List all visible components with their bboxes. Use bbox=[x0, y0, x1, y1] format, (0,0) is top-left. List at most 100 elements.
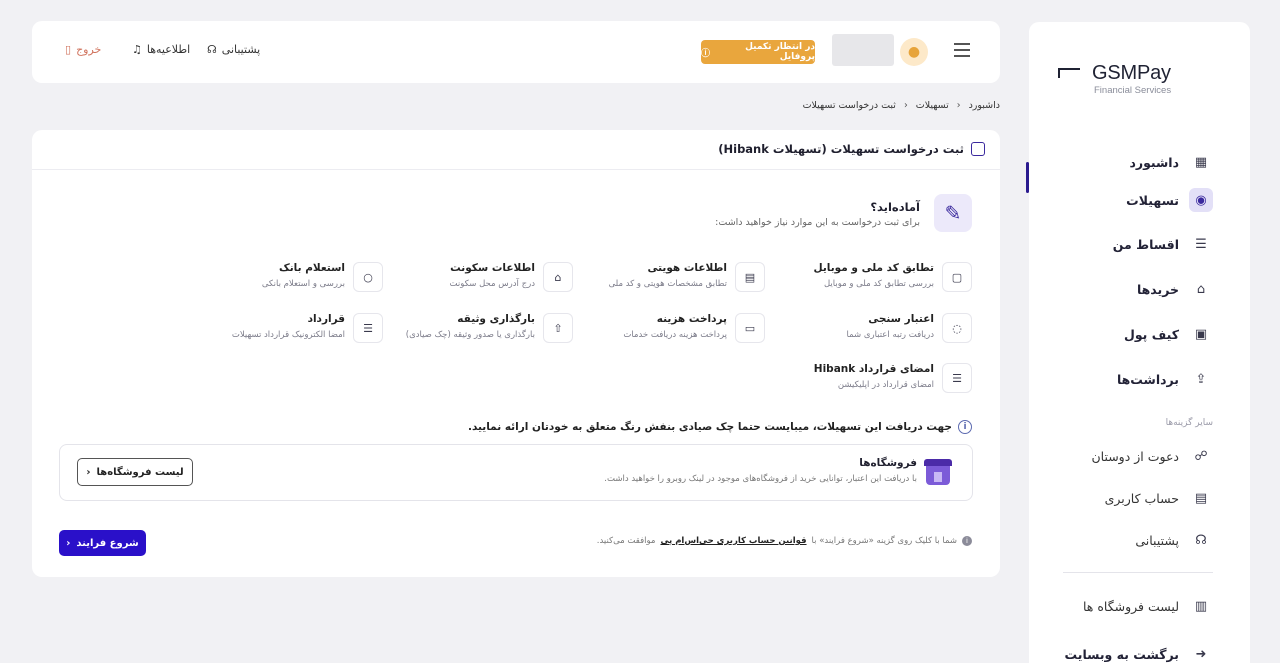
sidebar: GSMPay Financial Services ▦ داشبورد ◉ تس… bbox=[1029, 22, 1250, 663]
facility-request-card: ثبت درخواست تسهیلات (تسهیلات Hibank) ✎ آ… bbox=[32, 130, 1000, 577]
sidebar-item-wallet[interactable]: ▣ کیف پول bbox=[1053, 319, 1213, 349]
notifications-label: اطلاعیه‌ها bbox=[146, 43, 191, 56]
requirement-item: ○ استعلام بانک بررسی و استعلام بانکی bbox=[163, 260, 383, 294]
invite-icon: ☍ bbox=[1194, 448, 1208, 464]
sidebar-item-label: دعوت از دوستان bbox=[1091, 448, 1179, 464]
requirement-desc: پرداخت هزینه دریافت خدمات bbox=[623, 330, 727, 340]
upload-icon: ⇪ bbox=[1195, 371, 1207, 387]
requirement-title: اطلاعات هویتی bbox=[647, 262, 728, 274]
info-icon: ⓘ bbox=[701, 48, 711, 59]
coins-icon: ◉ bbox=[1189, 188, 1213, 212]
breadcrumb-dashboard[interactable]: داشبورد bbox=[969, 100, 1000, 111]
user-icon: ● bbox=[907, 44, 921, 60]
sidebar-item-back-to-website[interactable]: ➜ برگشت به وبسایت bbox=[1053, 639, 1213, 663]
sidebar-item-label: لیست فروشگاه ها bbox=[1083, 598, 1179, 614]
requirement-item: ▢ تطابق کد ملی و موبایل بررسی تطابق کد م… bbox=[752, 260, 972, 294]
requirement-title: امضای قرارداد Hibank bbox=[813, 363, 934, 375]
requirement-item: ◌ اعتبار سنجی دریافت رتبه اعتباری شما bbox=[752, 311, 972, 345]
shops-panel: فروشگاه‌ها با دریافت این اعتبار، توانایی… bbox=[59, 444, 973, 501]
terms-suffix: موافقت می‌کنید. bbox=[596, 536, 656, 546]
logo-name: GSMPay bbox=[1092, 62, 1171, 84]
sidebar-item-label: کیف پول bbox=[1124, 326, 1179, 342]
info-icon: i bbox=[962, 536, 972, 546]
store-icon bbox=[924, 459, 952, 485]
logout-link[interactable]: خروج ▯ bbox=[65, 43, 101, 56]
sidebar-item-installments[interactable]: ☰ اقساط من bbox=[1053, 229, 1213, 259]
shops-description: با دریافت این اعتبار، توانایی خرید از فر… bbox=[604, 474, 917, 484]
cash-icon: ▭ bbox=[735, 313, 765, 343]
breadcrumb-facilities[interactable]: تسهیلات bbox=[916, 100, 949, 111]
requirement-title: استعلام بانک bbox=[278, 262, 345, 274]
requirement-desc: بارگذاری یا صدور وثیقه (چک صیادی) bbox=[405, 330, 535, 340]
breadcrumb-current: ثبت درخواست تسهیلات bbox=[802, 100, 896, 111]
sidebar-item-withdrawals[interactable]: ⇪ برداشت‌ها bbox=[1053, 364, 1213, 394]
card-header: ثبت درخواست تسهیلات (تسهیلات Hibank) bbox=[32, 130, 1000, 170]
headset-icon: ☊ bbox=[1195, 532, 1207, 548]
document-icon: ☰ bbox=[1195, 236, 1207, 252]
gauge-icon: ◌ bbox=[942, 313, 972, 343]
search-icon: ○ bbox=[353, 262, 383, 292]
top-header: ● در انتظار تکمیل پروفایل ⓘ پشتیبانی ☊ ا… bbox=[32, 21, 1000, 83]
requirement-desc: درج آدرس محل سکونت bbox=[449, 279, 535, 289]
sign-icon: ☰ bbox=[942, 363, 972, 393]
shops-title: فروشگاه‌ها bbox=[859, 457, 917, 469]
chevron-left-icon: ‹ bbox=[66, 537, 71, 549]
sidebar-item-account[interactable]: ▤ حساب کاربری bbox=[1053, 483, 1213, 513]
breadcrumb: داشبورد ‹ تسهیلات ‹ ثبت درخواست تسهیلات bbox=[803, 100, 1000, 111]
terms-agreement: i شما با کلیک روی گزینه «شروع فرایند» با… bbox=[597, 536, 972, 546]
chevron-left-icon: ‹ bbox=[86, 466, 91, 478]
notifications-link[interactable]: اطلاعیه‌ها ♫ bbox=[132, 43, 190, 56]
sidebar-item-purchases[interactable]: ⌂ خریدها bbox=[1053, 274, 1213, 304]
id-card-icon: ▤ bbox=[735, 262, 765, 292]
info-icon: i bbox=[958, 420, 972, 434]
requirement-title: بارگذاری وثیقه bbox=[457, 313, 535, 325]
requirement-desc: بررسی تطابق کد ملی و موبایل bbox=[823, 279, 934, 289]
sidebar-item-dashboard[interactable]: ▦ داشبورد bbox=[1053, 147, 1213, 177]
sim-icon: ▢ bbox=[942, 262, 972, 292]
headset-icon: ☊ bbox=[207, 43, 217, 56]
page-title: ثبت درخواست تسهیلات (تسهیلات Hibank) bbox=[718, 142, 964, 156]
door-icon: ▯ bbox=[65, 43, 72, 56]
requirement-desc: بررسی و استعلام بانکی bbox=[261, 279, 345, 289]
support-link[interactable]: پشتیبانی ☊ bbox=[207, 43, 260, 56]
sidebar-item-support[interactable]: ☊ پشتیبانی bbox=[1053, 525, 1213, 555]
requirement-item: ⌂ اطلاعات سکونت درج آدرس محل سکونت bbox=[353, 260, 573, 294]
requirement-desc: امضا الکترونیک قرارداد تسهیلات bbox=[231, 330, 345, 340]
upload-doc-icon: ⇧ bbox=[543, 313, 573, 343]
logout-label: خروج bbox=[76, 43, 102, 56]
pending-profile-badge[interactable]: در انتظار تکمیل پروفایل ⓘ bbox=[701, 40, 815, 64]
requirement-desc: تطابق مشخصات هویتی و کد ملی bbox=[608, 279, 727, 289]
sidebar-item-label: تسهیلات bbox=[1126, 192, 1179, 208]
requirement-item: ▭ پرداخت هزینه پرداخت هزینه دریافت خدمات bbox=[545, 311, 765, 345]
bell-icon: ♫ bbox=[132, 43, 142, 56]
requirement-desc: امضای قرارداد در اپلیکیشن bbox=[837, 380, 934, 390]
terms-prefix: شما با کلیک روی گزینه «شروع فرایند» با bbox=[811, 536, 957, 546]
sidebar-item-facilities[interactable]: ◉ تسهیلات bbox=[1053, 185, 1213, 215]
shop-list-button[interactable]: لیست فروشگاه‌ها ‹ bbox=[77, 458, 193, 486]
cheque-note-text: جهت دریافت این تسهیلات، میبایست حتما چک … bbox=[467, 421, 952, 433]
sidebar-item-label: پشتیبانی bbox=[1135, 532, 1179, 548]
requirement-title: تطابق کد ملی و موبایل bbox=[813, 262, 934, 274]
avatar[interactable]: ● bbox=[900, 38, 928, 66]
arrow-circle-icon: ➜ bbox=[1195, 646, 1207, 662]
requirement-title: پرداخت هزینه bbox=[656, 313, 727, 325]
sidebar-item-label: خریدها bbox=[1136, 281, 1179, 297]
pending-profile-label: در انتظار تکمیل پروفایل bbox=[745, 42, 815, 62]
gsmpay-logo[interactable]: GSMPay Financial Services bbox=[1058, 62, 1178, 106]
hamburger-menu-icon[interactable] bbox=[954, 43, 970, 57]
sidebar-item-store-list[interactable]: ▥ لیست فروشگاه ها bbox=[1053, 591, 1213, 621]
requirement-title: اعتبار سنجی bbox=[868, 313, 934, 325]
start-process-label: شروع فرایند bbox=[76, 537, 139, 549]
cheque-note: i جهت دریافت این تسهیلات، میبایست حتما چ… bbox=[468, 420, 972, 434]
ready-title: آماده‌اید؟ bbox=[870, 200, 920, 214]
sidebar-divider bbox=[1063, 572, 1213, 573]
requirement-desc: دریافت رتبه اعتباری شما bbox=[846, 330, 935, 340]
terms-link[interactable]: قوانین حساب کاربری جی‌اس‌ام پی bbox=[660, 536, 806, 546]
requirement-item: ☰ قرارداد امضا الکترونیک قرارداد تسهیلات bbox=[163, 311, 383, 345]
sidebar-item-invite[interactable]: ☍ دعوت از دوستان bbox=[1053, 441, 1213, 471]
support-label: پشتیبانی bbox=[221, 43, 261, 56]
sidebar-item-label: حساب کاربری bbox=[1104, 490, 1179, 506]
sidebar-item-label: داشبورد bbox=[1129, 154, 1179, 170]
sidebar-item-label: برگشت به وبسایت bbox=[1064, 646, 1179, 662]
start-process-button[interactable]: شروع فرایند ‹ bbox=[59, 530, 146, 556]
